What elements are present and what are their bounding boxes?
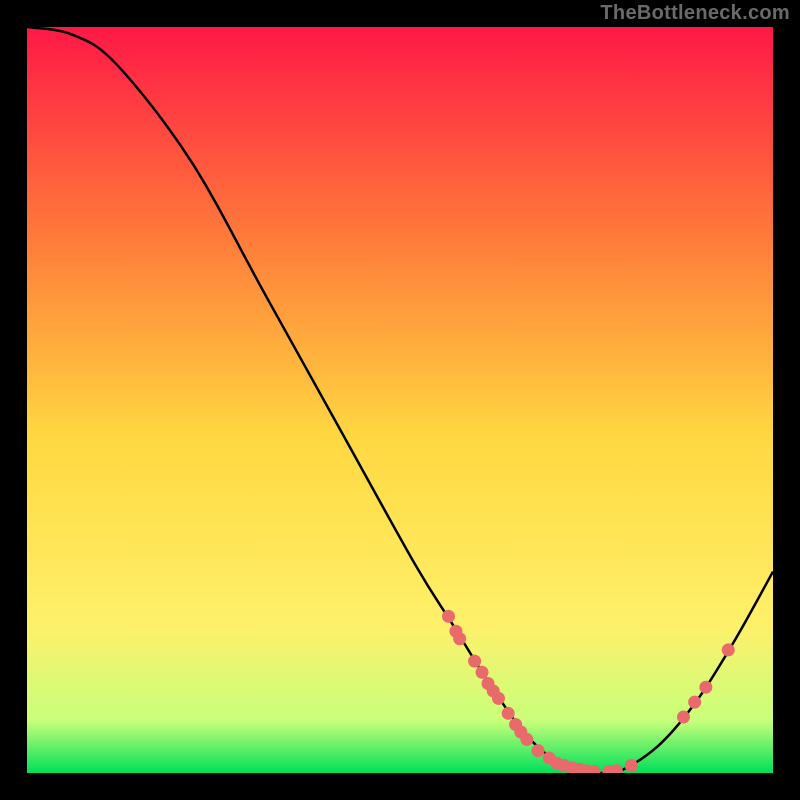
- data-point: [442, 610, 455, 623]
- data-point: [688, 696, 701, 709]
- data-point: [625, 759, 638, 772]
- data-point: [476, 666, 489, 679]
- data-point: [502, 707, 515, 720]
- chart-container: TheBottleneck.com: [0, 0, 800, 800]
- gradient-background: [27, 27, 773, 773]
- data-point: [722, 643, 735, 656]
- watermark-text: TheBottleneck.com: [600, 2, 790, 25]
- data-point: [453, 632, 466, 645]
- plot-area: [27, 27, 773, 773]
- data-point: [677, 711, 690, 724]
- data-point: [468, 655, 481, 668]
- data-point: [492, 692, 505, 705]
- data-point: [532, 744, 545, 757]
- chart-svg: [27, 27, 773, 773]
- data-point: [520, 733, 533, 746]
- data-point: [699, 681, 712, 694]
